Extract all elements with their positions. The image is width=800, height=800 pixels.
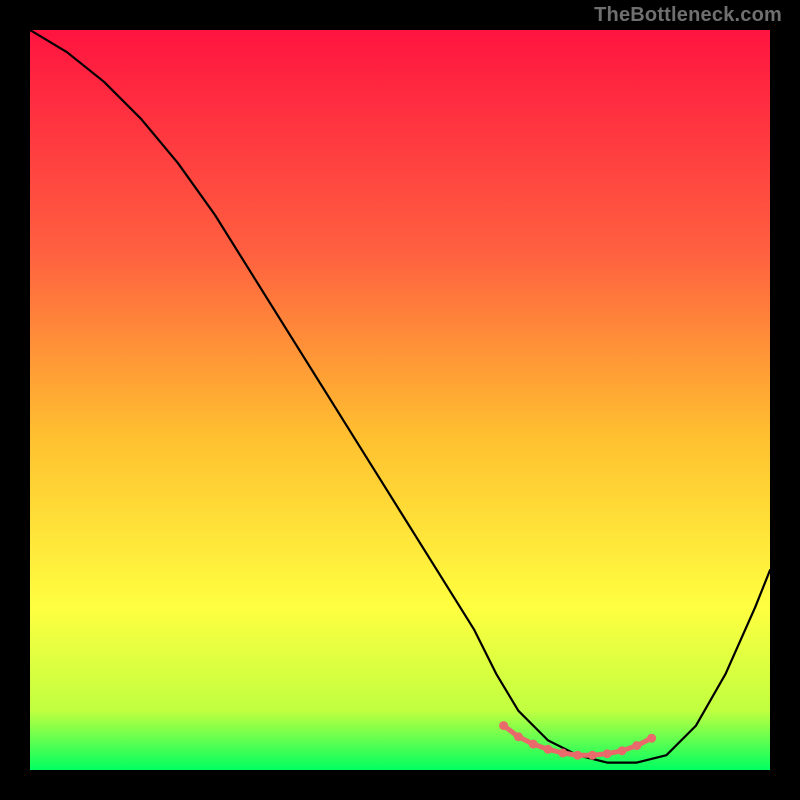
marker-point [588,751,597,760]
marker-point [529,740,538,749]
marker-point [573,751,582,760]
marker-point [603,749,612,758]
marker-point [499,721,508,730]
marker-point [618,746,627,755]
marker-point [647,734,656,743]
marker-point [632,741,641,750]
watermark-text: TheBottleneck.com [594,4,782,27]
plot-area [30,30,770,770]
gradient-background [30,30,770,770]
marker-point [558,749,567,758]
marker-point [544,745,553,754]
marker-point [514,732,523,741]
plot-svg [30,30,770,770]
chart-frame: TheBottleneck.com [0,0,800,800]
